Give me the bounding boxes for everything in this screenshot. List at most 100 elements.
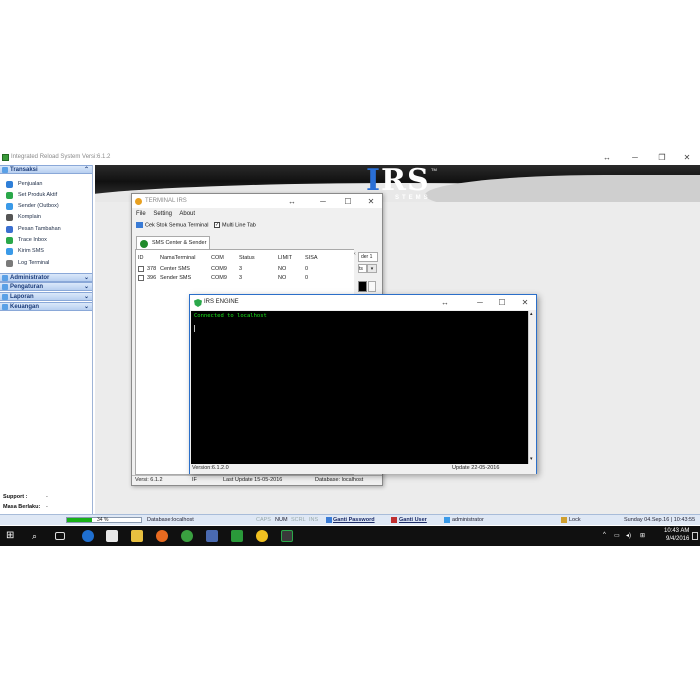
terminal-titlebar[interactable]: TERMINAL IRS ↔ ─ ☐ ✕ — [132, 194, 382, 208]
restore-button[interactable]: ❐ — [657, 153, 667, 162]
status-datetime: Sunday 04.Sep.16 | 10:43:55 — [624, 517, 696, 523]
sidebar-section-pengaturan[interactable]: Pengaturan ⌄ — [0, 282, 92, 291]
dblarrow-icon[interactable]: ↔ — [602, 153, 612, 162]
message-icon — [6, 226, 13, 233]
lock-icon — [561, 517, 567, 523]
volume-icon[interactable]: ◂) — [626, 532, 631, 539]
trademark: TM — [431, 167, 437, 172]
battery-icon[interactable]: ▭ — [614, 532, 620, 539]
file-explorer-icon[interactable] — [131, 530, 143, 542]
app-icon[interactable] — [206, 530, 218, 542]
trace-icon — [6, 237, 13, 244]
chevron-down-icon[interactable]: ⌄ — [84, 274, 89, 282]
close-button[interactable]: ✕ — [682, 153, 692, 162]
minimize-button[interactable]: ─ — [318, 197, 328, 206]
sidebar-item-komplain[interactable]: Komplain — [6, 213, 41, 222]
sidebar-item-penjualan[interactable]: Penjualan — [6, 180, 42, 189]
side-scrollbar[interactable] — [368, 281, 376, 292]
current-user: administrator — [452, 517, 484, 523]
tab-sms-center-sender[interactable]: SMS Center & Sender — [136, 236, 210, 249]
close-button[interactable]: ✕ — [520, 298, 530, 307]
row-checkbox[interactable] — [138, 275, 144, 281]
minimize-button[interactable]: ─ — [475, 298, 485, 307]
chrome-icon[interactable] — [181, 530, 193, 542]
notification-icon[interactable] — [692, 532, 698, 540]
firefox-icon[interactable] — [156, 530, 168, 542]
sidebar-item-log-terminal[interactable]: Log Terminal — [6, 259, 49, 268]
sidebar-item-trace-inbox[interactable]: Trace Inbox — [6, 236, 47, 245]
app-yellow-icon[interactable] — [256, 530, 268, 542]
sidebar-item-sender-outbox[interactable]: Sender (Outbox) — [6, 202, 59, 211]
table-row[interactable]: 396 Sender SMS COM9 3 NO 0 — [136, 274, 356, 283]
irs-logo: IRS — [366, 165, 430, 198]
keyboard-icon[interactable]: ⊞ — [640, 532, 645, 539]
terminal-database: Database: localhost — [315, 477, 364, 483]
cart-icon — [6, 181, 13, 188]
sidebar-section-transaksi[interactable]: Transaksi ⌃ — [0, 165, 92, 174]
maximize-button[interactable]: ☐ — [497, 298, 507, 307]
side-tab[interactable]: der 1 — [358, 252, 378, 262]
col-status: Status — [239, 255, 255, 261]
table-row[interactable]: 378 Center SMS COM9 3 NO 0 — [136, 265, 356, 274]
irs-app-icon[interactable] — [231, 530, 243, 542]
progress-text: 34 % — [97, 517, 109, 523]
key-icon — [326, 517, 332, 523]
side-select[interactable]: ts — [358, 264, 367, 273]
scroll-left-icon[interactable]: ‹ — [354, 251, 356, 257]
menu-file[interactable]: File — [136, 211, 146, 217]
lock-button[interactable]: Lock — [569, 517, 581, 523]
dblarrow-icon[interactable]: ↔ — [287, 197, 297, 206]
engine-console[interactable]: Connected to localhost — [191, 311, 528, 464]
masa-berlaku-value: - — [46, 504, 48, 510]
chevron-up-icon[interactable]: ⌃ — [84, 166, 89, 174]
store-icon[interactable] — [106, 530, 118, 542]
terminal-icon — [135, 198, 142, 205]
multi-line-tab-checkbox[interactable]: ✓ Multi Line Tab — [214, 222, 256, 228]
taskbar-time[interactable]: 10:43 AM — [664, 528, 689, 534]
taskbar-date[interactable]: 9/4/2016 — [666, 536, 689, 542]
minimize-button[interactable]: ─ — [630, 153, 640, 162]
administrator-icon — [2, 275, 8, 281]
row-checkbox[interactable] — [138, 266, 144, 272]
scroll-up-icon[interactable]: ▴ — [530, 311, 533, 317]
dropdown-arrow-icon[interactable]: ▾ — [367, 264, 377, 273]
main-titlebar[interactable]: Integrated Reload System Versi:6.1.2 ↔ ─… — [0, 151, 700, 165]
sidebar-section-laporan[interactable]: Laporan ⌄ — [0, 292, 92, 301]
outbox-icon — [6, 203, 13, 210]
keuangan-icon — [2, 304, 8, 310]
sidebar-item-pesan-tambahan[interactable]: Pesan Tambahan — [6, 225, 61, 234]
col-id: ID — [138, 255, 144, 261]
windows-start-icon[interactable]: ⊞ — [6, 530, 18, 542]
cek-stok-button[interactable]: Cek Stok Semua Terminal — [136, 222, 208, 228]
sidebar-item-kirim-sms[interactable]: Kirim SMS — [6, 247, 44, 256]
chevron-down-icon[interactable]: ⌄ — [84, 303, 89, 311]
menu-about[interactable]: About — [179, 211, 195, 217]
sidebar-section-keuangan[interactable]: Keuangan ⌄ — [0, 302, 92, 311]
log-icon — [6, 260, 13, 267]
dblarrow-icon[interactable]: ↔ — [440, 298, 450, 307]
ganti-user-link[interactable]: Ganti User — [399, 517, 427, 523]
caps-indicator: CAPS — [256, 517, 271, 523]
task-view-icon[interactable] — [55, 532, 65, 540]
admin-icon — [444, 517, 450, 523]
search-icon[interactable]: ⌕ — [32, 530, 44, 542]
edge-icon[interactable] — [82, 530, 94, 542]
engine-titlebar[interactable]: IRS ENGINE ↔ ─ ☐ ✕ — [190, 295, 536, 310]
irs-engine-taskbar-icon[interactable] — [281, 530, 293, 542]
engine-status-bar: Version:6.1.2.0 Update 22-05-2016 — [190, 464, 536, 474]
menu-setting[interactable]: Setting — [153, 211, 172, 217]
status-database: Database:localhost — [147, 517, 194, 523]
grid-header: ID NamaTerminal COM Status LIMIT SISA — [136, 254, 356, 263]
chevron-down-icon[interactable]: ⌄ — [84, 283, 89, 291]
maximize-button[interactable]: ☐ — [343, 197, 353, 206]
scroll-down-icon[interactable]: ▾ — [530, 456, 533, 462]
sidebar-section-administrator[interactable]: Administrator ⌄ — [0, 273, 92, 282]
close-button[interactable]: ✕ — [366, 197, 376, 206]
windows-taskbar: ⊞ ⌕ ^ ▭ ◂) ⊞ 10:43 AM 9/4/2016 — [0, 526, 700, 546]
chevron-down-icon[interactable]: ⌄ — [84, 293, 89, 301]
sidebar-item-set-produk-aktif[interactable]: Set Produk Aktif — [6, 191, 57, 200]
console-scrollbar[interactable]: ▴ ▾ — [528, 311, 536, 464]
app-icon — [2, 154, 9, 161]
tray-expand-icon[interactable]: ^ — [603, 532, 606, 538]
ganti-password-link[interactable]: Ganti Password — [333, 517, 375, 523]
